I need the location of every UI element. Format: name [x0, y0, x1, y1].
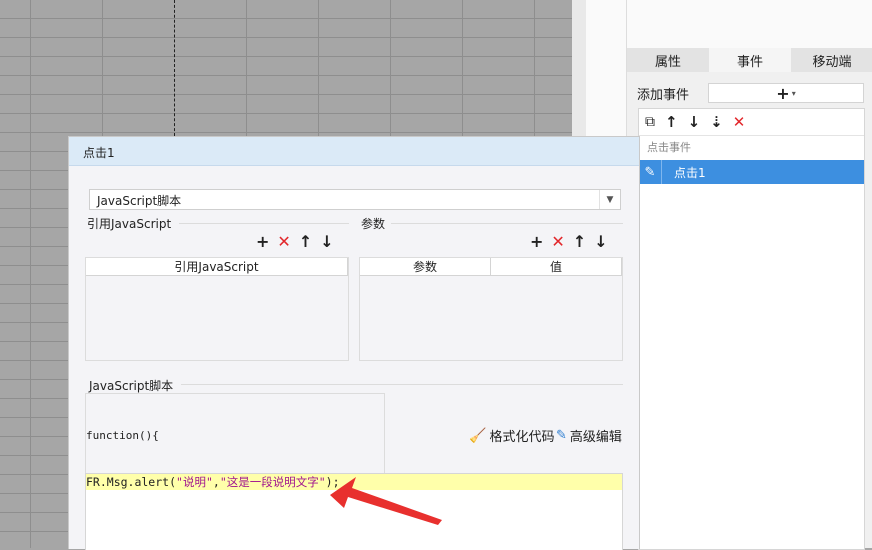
annotation-arrow-icon [330, 477, 442, 525]
